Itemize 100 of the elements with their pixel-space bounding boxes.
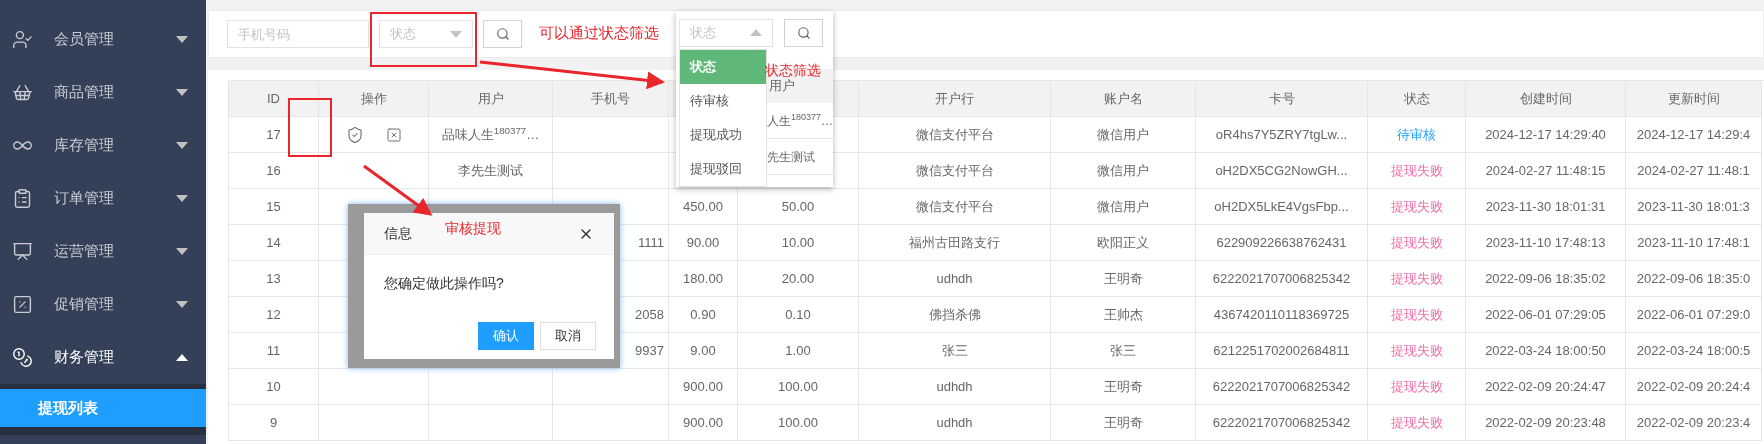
status-label: 提现失败	[1390, 161, 1443, 180]
table-cell: 2024-12-17 14:29:4	[1626, 117, 1762, 153]
column-header: 用户	[429, 81, 553, 117]
shield-check-icon[interactable]	[345, 125, 364, 144]
sidebar-item[interactable]: 订单管理	[0, 172, 206, 225]
table-cell: 2022-06-01 07:29:05	[1466, 297, 1626, 333]
dialog-title: 信息	[384, 224, 412, 243]
table-cell: 微信用户	[1051, 117, 1196, 153]
status-label: 提现失败	[1390, 341, 1443, 360]
sidebar-item[interactable]: 会员管理	[0, 13, 206, 66]
table-cell: 2023-11-10 17:48:13	[1466, 225, 1626, 261]
table-cell: 2022-02-09 20:24:47	[1466, 369, 1626, 405]
table-cell: 100.00	[738, 369, 859, 405]
table-cell: 450.00	[669, 189, 738, 225]
table-cell: oR4hs7Y5ZRY7tgLw...	[1196, 117, 1368, 153]
table-cell: 11	[229, 333, 319, 369]
table-cell: 人生$^{180377}$…	[766, 103, 833, 139]
column-header: 创建时间	[1466, 81, 1626, 117]
column-header: 手机号	[553, 81, 669, 117]
table-cell: 2024-02-27 11:48:15	[1466, 153, 1626, 189]
table-cell: 2022-03-24 18:00:5	[1626, 333, 1762, 369]
table-cell: 佛挡杀佛	[859, 297, 1051, 333]
search-button[interactable]	[784, 18, 823, 47]
sidebar-item[interactable]: 促销管理	[0, 278, 206, 331]
table-cell: 微信支付平台	[859, 117, 1051, 153]
table-cell: 2022-09-06 18:35:0	[1626, 261, 1762, 297]
table-cell: 900.00	[669, 369, 738, 405]
status-label: 提现失败	[1390, 413, 1443, 432]
table-cell: 王帅杰	[1051, 297, 1196, 333]
coins-icon	[12, 347, 33, 368]
user-check-icon	[12, 29, 33, 50]
column-header: 开户行	[859, 81, 1051, 117]
table-cell: 微信支付平台	[859, 189, 1051, 225]
table-cell: 张三	[859, 333, 1051, 369]
column-header: 状态	[1368, 81, 1466, 117]
clipboard-icon	[12, 188, 33, 209]
status-label: 待审核	[1397, 125, 1436, 144]
table-cell: 6212251702002684811	[1196, 333, 1368, 369]
table-cell: udhdh	[859, 405, 1051, 441]
caret-icon	[176, 354, 188, 361]
column-header: 账户名	[1051, 81, 1196, 117]
search-icon	[495, 27, 510, 41]
table-cell: 20.00	[738, 261, 859, 297]
sidebar-item[interactable]: 库存管理	[0, 119, 206, 172]
caret-icon	[176, 89, 188, 96]
dropdown-option[interactable]: 待审核	[680, 84, 766, 118]
table-cell: 0.90	[669, 297, 738, 333]
status-label: 提现失败	[1390, 305, 1443, 324]
sidebar-item[interactable]: 财务管理	[0, 331, 206, 384]
table-cell: 900.00	[669, 405, 738, 441]
basket-icon	[12, 82, 33, 103]
dialog-button[interactable]: 取消	[540, 322, 596, 350]
table-cell: 王明奇	[1051, 261, 1196, 297]
status-label: 提现失败	[1390, 233, 1443, 252]
annotation-text: 可以通过状态筛选	[539, 23, 659, 43]
sidebar-item[interactable]: 运营管理	[0, 225, 206, 278]
table-cell: 622909226638762431	[1196, 225, 1368, 261]
table-cell: 1.00	[738, 333, 859, 369]
dropdown-option[interactable]: 提现成功	[680, 118, 766, 152]
table-cell: 2023-11-10 17:48:1	[1626, 225, 1762, 261]
caret-icon	[450, 30, 462, 38]
caret-icon	[750, 29, 762, 36]
table-cell: 17	[229, 117, 319, 153]
table-cell: 10.00	[738, 225, 859, 261]
highlight-frame	[288, 98, 332, 157]
search-button[interactable]	[483, 20, 522, 48]
table-cell: 2022-02-09 20:23:4	[1626, 405, 1762, 441]
table-cell: 0.10	[738, 297, 859, 333]
table-cell: 180.00	[669, 261, 738, 297]
table-cell: 6222021707006825342	[1196, 261, 1368, 297]
table-cell: 6222021707006825342	[1196, 369, 1368, 405]
table-cell: 李先生测试	[429, 153, 553, 189]
caret-icon	[176, 248, 188, 255]
table-cell: 9.00	[669, 333, 738, 369]
dropdown-option[interactable]: 提现驳回	[680, 152, 766, 186]
table-cell: 4367420110118369725	[1196, 297, 1368, 333]
caret-icon	[176, 195, 188, 202]
table-cell: 13	[229, 261, 319, 297]
table-cell: 12	[229, 297, 319, 333]
table-cell: 微信用户	[1051, 153, 1196, 189]
x-box-icon[interactable]	[385, 126, 402, 143]
table-cell: 先生测试	[766, 139, 833, 175]
table-cell: 欧阳正义	[1051, 225, 1196, 261]
table-cell: 品味人生$^{180377}$…	[429, 117, 553, 153]
table-cell: 2022-06-01 07:29:0	[1626, 297, 1762, 333]
table-cell: 2022-02-09 20:23:48	[1466, 405, 1626, 441]
caret-icon	[176, 301, 188, 308]
table-cell: 16	[229, 153, 319, 189]
table-cell: 张三	[1051, 333, 1196, 369]
table-cell: 微信用户	[1051, 189, 1196, 225]
caret-icon	[176, 142, 188, 149]
table-cell: udhdh	[859, 261, 1051, 297]
search-icon	[796, 25, 811, 40]
table-cell: 王明奇	[1051, 369, 1196, 405]
phone-field[interactable]: 手机号码	[227, 20, 369, 48]
sidebar-item[interactable]: 商品管理	[0, 66, 206, 119]
table-cell: oH2DX5CG2NowGH...	[1196, 153, 1368, 189]
table-cell: 福州古田路支行	[859, 225, 1051, 261]
status-label: 提现失败	[1390, 197, 1443, 216]
percent-square-icon	[12, 294, 33, 315]
